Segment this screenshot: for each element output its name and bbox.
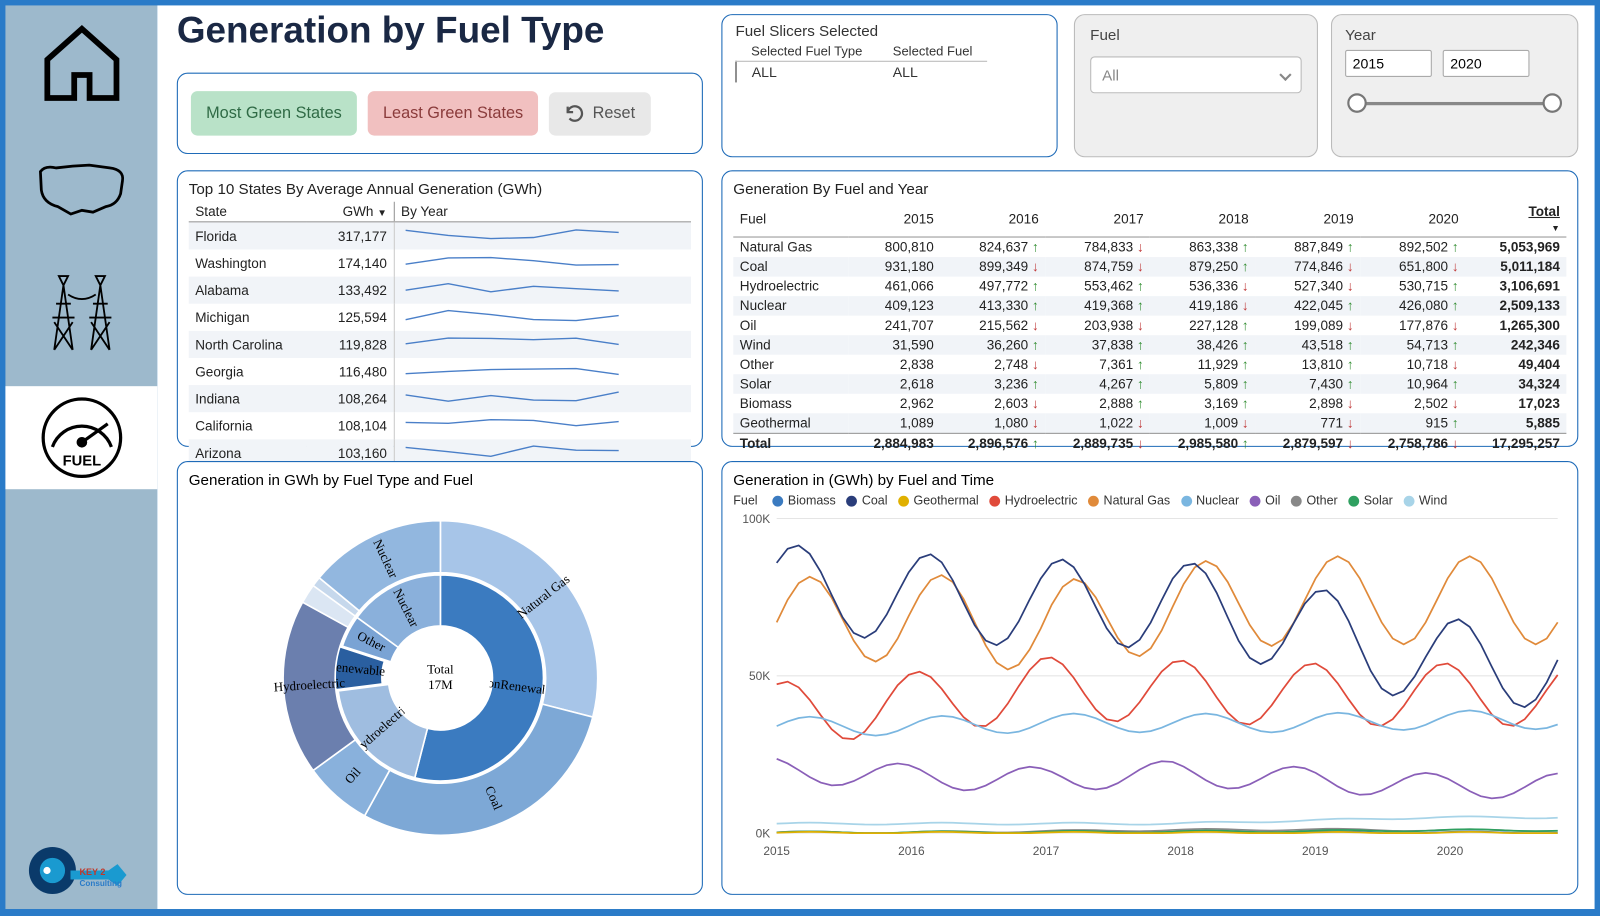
nav-home-icon[interactable] xyxy=(27,12,135,115)
nav-transmission-icon[interactable] xyxy=(27,261,135,364)
legend-item[interactable]: Other xyxy=(1291,495,1337,508)
sidebar: FUEL KEY 2 Consulting xyxy=(5,5,157,909)
table-row[interactable]: Georgia116,480 xyxy=(189,358,691,385)
svg-text:2017: 2017 xyxy=(1033,844,1060,858)
table-row[interactable]: Natural Gas800,810 824,637 ↑784,833 ↓863… xyxy=(733,237,1566,257)
legend-item[interactable]: Natural Gas xyxy=(1088,495,1170,508)
legend-item[interactable]: Oil xyxy=(1250,495,1280,508)
year-filter-card: Year xyxy=(1331,14,1578,157)
top10-states-card: Top 10 States By Average Annual Generati… xyxy=(177,170,703,447)
svg-text:0K: 0K xyxy=(756,826,771,840)
fuel-year-card: Generation By Fuel and Year Fuel20152016… xyxy=(721,170,1578,447)
legend-item[interactable]: Hydroelectric xyxy=(990,495,1078,508)
timeseries-card: Generation in (GWh) by Fuel and Time Fue… xyxy=(721,461,1578,895)
page-title: Generation by Fuel Type xyxy=(177,10,605,52)
table-row[interactable]: Alabama133,492 xyxy=(189,277,691,304)
least-green-states-button[interactable]: Least Green States xyxy=(368,91,539,135)
svg-text:2016: 2016 xyxy=(898,844,925,858)
reset-button[interactable]: Reset xyxy=(549,92,650,135)
fuel-filter-card: Fuel All xyxy=(1074,14,1318,157)
svg-text:Total: Total xyxy=(427,662,454,677)
nav-usa-map-icon[interactable] xyxy=(27,137,135,240)
svg-text:KEY 2: KEY 2 xyxy=(80,867,106,877)
table-row[interactable]: Nuclear409,123 413,330 ↑419,368 ↑419,186… xyxy=(733,296,1566,316)
year-filter-label: Year xyxy=(1345,26,1564,43)
svg-text:100K: 100K xyxy=(742,512,770,526)
fuelyear-title: Generation By Fuel and Year xyxy=(733,180,1566,197)
table-row[interactable]: Solar2,618 3,236 ↑4,267 ↑5,809 ↑7,430 ↑1… xyxy=(733,374,1566,394)
svg-text:2015: 2015 xyxy=(763,844,790,858)
year-slider[interactable] xyxy=(1345,92,1564,114)
svg-text:Consulting: Consulting xyxy=(80,879,122,888)
legend-item[interactable]: Solar xyxy=(1349,495,1393,508)
legend-item[interactable]: Nuclear xyxy=(1181,495,1239,508)
nav-fuel-gauge-icon[interactable]: FUEL xyxy=(5,386,157,489)
fuelyear-table: Fuel201520162017201820192020Total▼ Natur… xyxy=(733,202,1566,454)
table-row[interactable]: Hydroelectric461,066 497,772 ↑553,462 ↑5… xyxy=(733,277,1566,297)
legend-item[interactable]: Biomass xyxy=(773,495,836,508)
table-row[interactable]: Michigan125,594 xyxy=(189,304,691,331)
svg-text:50K: 50K xyxy=(749,669,770,683)
slicer-title: Fuel Slicers Selected xyxy=(735,22,1043,39)
legend-item[interactable]: Geothermal xyxy=(898,495,978,508)
table-row[interactable]: Biomass2,962 2,603 ↓2,888 ↑3,169 ↑2,898 … xyxy=(733,394,1566,414)
fuel-dropdown[interactable]: All xyxy=(1090,56,1302,93)
svg-text:2018: 2018 xyxy=(1167,844,1194,858)
company-logo: KEY 2 Consulting xyxy=(27,830,135,901)
table-row[interactable]: Indiana108,264 xyxy=(189,385,691,412)
slider-handle-to[interactable] xyxy=(1543,93,1563,113)
donut-title: Generation in GWh by Fuel Type and Fuel xyxy=(189,471,691,488)
slicer-info-card: Fuel Slicers Selected Selected Fuel Type… xyxy=(721,14,1057,157)
table-row[interactable]: Geothermal1,089 1,080 ↓1,022 ↓1,009 ↓771… xyxy=(733,413,1566,433)
timeseries-title: Generation in (GWh) by Fuel and Time xyxy=(733,471,1566,488)
legend-item[interactable]: Wind xyxy=(1404,495,1448,508)
table-row[interactable]: North Carolina119,828 xyxy=(189,331,691,358)
timeseries-chart[interactable]: 0K 50K 100K 2015 2016 2017 2018 2019 2020 xyxy=(733,508,1568,866)
timeseries-legend: FuelBiomassCoalGeothermalHydroelectricNa… xyxy=(733,495,1566,508)
table-row[interactable]: Oil241,707 215,562 ↓203,938 ↓227,128 ↑19… xyxy=(733,316,1566,336)
table-row[interactable]: Washington174,140 xyxy=(189,249,691,276)
fuel-filter-label: Fuel xyxy=(1090,26,1302,43)
legend-item[interactable]: Coal xyxy=(847,495,888,508)
donut-card: Generation in GWh by Fuel Type and Fuel … xyxy=(177,461,703,895)
table-row[interactable]: Florida317,177 xyxy=(189,222,691,250)
chevron-down-icon xyxy=(1279,69,1291,81)
svg-text:FUEL: FUEL xyxy=(62,453,101,469)
svg-text:2020: 2020 xyxy=(1437,844,1464,858)
table-row[interactable]: Other2,838 2,748 ↓7,361 ↑11,929 ↑13,810 … xyxy=(733,355,1566,375)
svg-text:17M: 17M xyxy=(428,677,453,692)
most-green-states-button[interactable]: Most Green States xyxy=(191,91,357,135)
year-from-input[interactable] xyxy=(1345,50,1432,77)
donut-chart[interactable]: NonRenewableHydroelectricRenewableOtherN… xyxy=(201,494,678,863)
top10-title: Top 10 States By Average Annual Generati… xyxy=(189,180,691,197)
year-to-input[interactable] xyxy=(1443,50,1530,77)
filter-buttons-card: Most Green States Least Green States Res… xyxy=(177,73,703,154)
slider-handle-from[interactable] xyxy=(1347,93,1367,113)
table-row[interactable]: Wind31,590 36,260 ↑37,838 ↑38,426 ↑43,51… xyxy=(733,335,1566,355)
table-row[interactable]: Coal931,180 899,349 ↓874,759 ↓879,250 ↑7… xyxy=(733,257,1566,277)
table-row[interactable]: California108,104 xyxy=(189,412,691,439)
svg-text:2019: 2019 xyxy=(1302,844,1329,858)
reset-arrow-icon xyxy=(564,103,586,125)
